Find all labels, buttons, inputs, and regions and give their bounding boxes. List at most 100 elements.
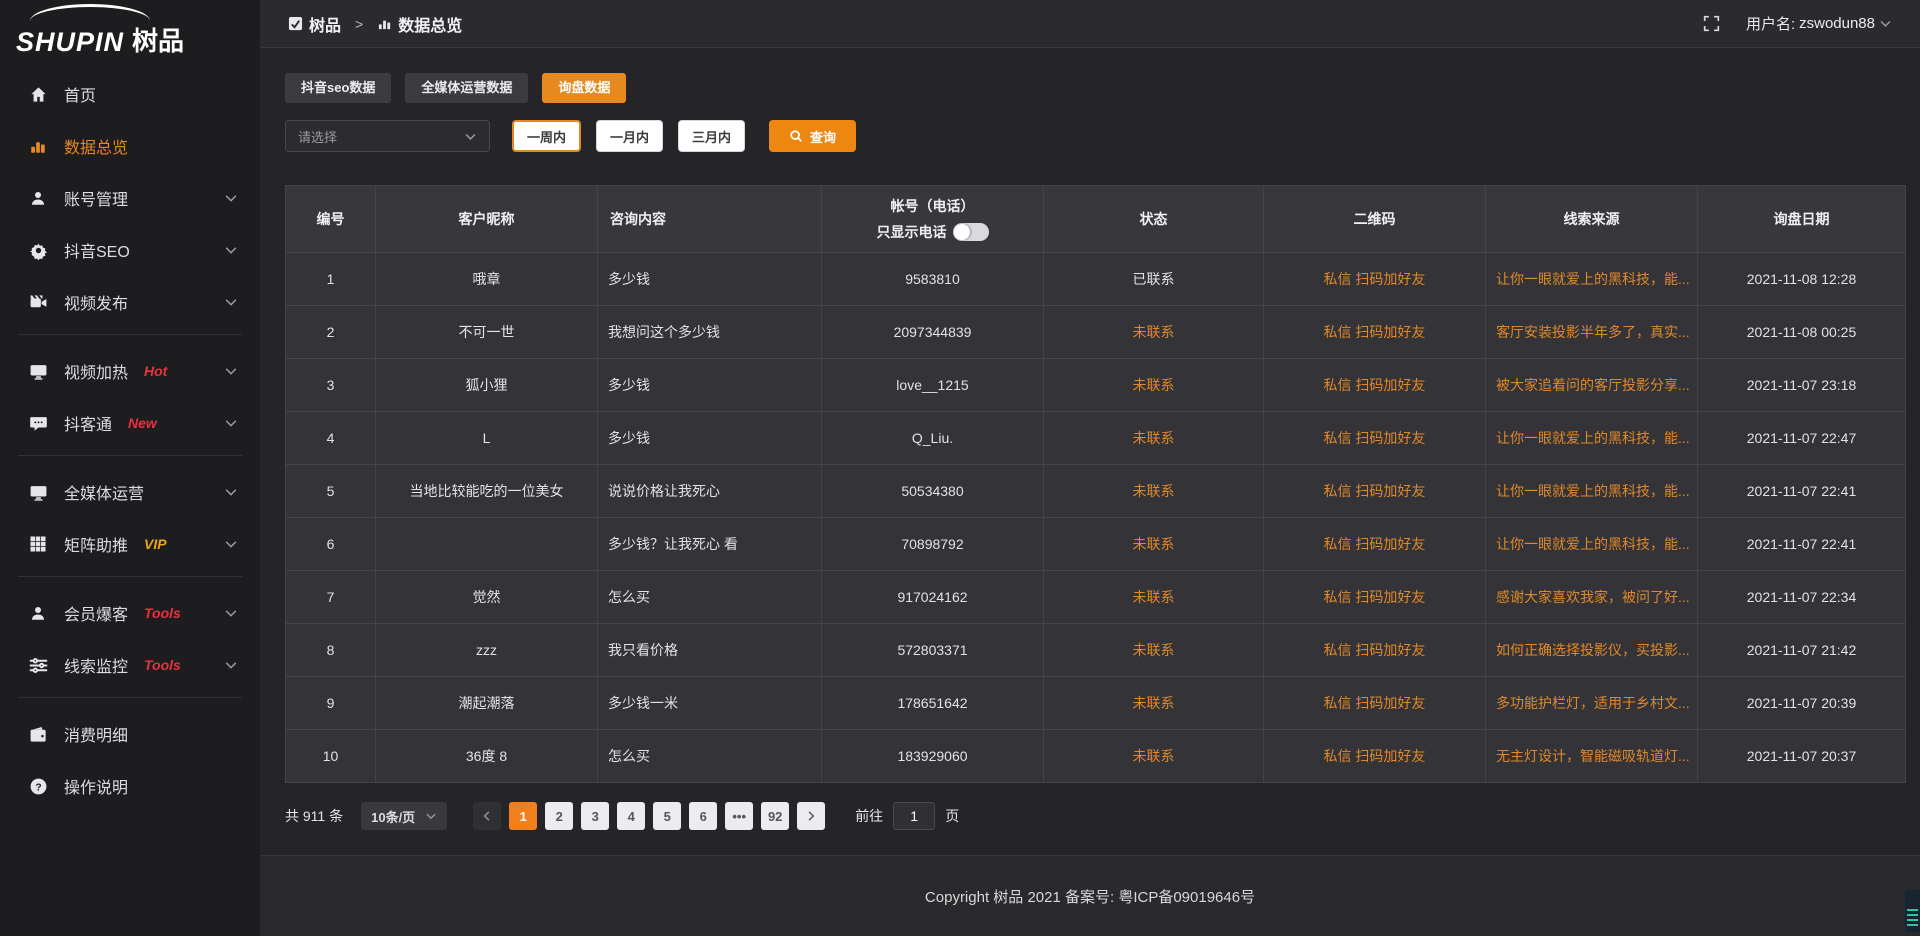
goto-page-input[interactable] xyxy=(893,802,935,830)
search-button[interactable]: 查询 xyxy=(769,120,856,152)
header-qrcode: 二维码 xyxy=(1264,186,1486,253)
chevron-down-icon xyxy=(224,243,238,257)
cell-source-link[interactable]: 让你一眼就爱上的黑科技，能... xyxy=(1486,518,1698,571)
chevron-down-icon xyxy=(224,485,238,499)
cell-source-link[interactable]: 客厅安装投影半年多了，真实... xyxy=(1486,306,1698,359)
page-button-5[interactable]: 5 xyxy=(653,802,681,830)
chat-widget[interactable] xyxy=(1905,890,1920,932)
cell-nickname: 当地比较能吃的一位美女 xyxy=(376,465,598,518)
table-row: 9潮起潮落多少钱一米178651642未联系私信 扫码加好友多功能护栏灯，适用于… xyxy=(286,677,1906,730)
table-row: 6多少钱？让我死心 看70898792未联系私信 扫码加好友让你一眼就爱上的黑科… xyxy=(286,518,1906,571)
phone-only-toggle[interactable] xyxy=(953,223,989,241)
cell-num: 5 xyxy=(286,465,376,518)
chevron-down-icon xyxy=(224,537,238,551)
cell-source-link[interactable]: 感谢大家喜欢我家，被问了好... xyxy=(1486,571,1698,624)
tab-2[interactable]: 询盘数据 xyxy=(542,73,626,103)
sidebar-item-member-baoke[interactable]: 会员爆客Tools xyxy=(0,593,260,633)
breadcrumb: 树品 > 数据总览 xyxy=(288,12,462,36)
sidebar-divider xyxy=(18,455,242,456)
cell-qrcode-link[interactable]: 私信 扫码加好友 xyxy=(1264,412,1486,465)
sidebar-divider xyxy=(18,334,242,335)
sidebar-item-matrix-boost[interactable]: 矩阵助推VIP xyxy=(0,524,260,564)
table-row: 4L多少钱Q_Liu.未联系私信 扫码加好友让你一眼就爱上的黑科技，能...20… xyxy=(286,412,1906,465)
cell-account: 572803371 xyxy=(822,624,1044,677)
breadcrumb-root[interactable]: 树品 xyxy=(309,12,341,36)
chart-bar-icon xyxy=(28,136,48,156)
cell-qrcode-link[interactable]: 私信 扫码加好友 xyxy=(1264,730,1486,783)
cell-qrcode-link[interactable]: 私信 扫码加好友 xyxy=(1264,571,1486,624)
user-menu[interactable]: 用户名: zswodun88 xyxy=(1746,13,1892,34)
breadcrumb-current: 数据总览 xyxy=(398,12,462,36)
page-button-1[interactable]: 1 xyxy=(509,802,537,830)
cell-qrcode-link[interactable]: 私信 扫码加好友 xyxy=(1264,306,1486,359)
sidebar-item-label: 账号管理 xyxy=(64,186,128,210)
badge-hot: Hot xyxy=(144,363,167,379)
next-page-button[interactable] xyxy=(797,802,825,830)
fullscreen-icon[interactable] xyxy=(1703,15,1720,32)
monitor-icon xyxy=(28,361,48,381)
cell-date: 2021-11-07 22:41 xyxy=(1698,518,1906,571)
sidebar-item-douyin-seo[interactable]: 抖音SEO xyxy=(0,230,260,270)
cell-source-link[interactable]: 被大家追着问的客厅投影分享... xyxy=(1486,359,1698,412)
period-button-2[interactable]: 三月内 xyxy=(678,120,745,152)
cell-account: 178651642 xyxy=(822,677,1044,730)
cell-qrcode-link[interactable]: 私信 扫码加好友 xyxy=(1264,253,1486,306)
sidebar: SHUPIN 树品 首页数据总览账号管理抖音SEO视频发布视频加热Hot抖客通N… xyxy=(0,0,260,936)
page-button-2[interactable]: 2 xyxy=(545,802,573,830)
sidebar-item-consume-detail[interactable]: 消费明细 xyxy=(0,714,260,754)
cell-qrcode-link[interactable]: 私信 扫码加好友 xyxy=(1264,518,1486,571)
sidebar-item-label: 全媒体运营 xyxy=(64,480,144,504)
sidebar-item-media-ops[interactable]: 全媒体运营 xyxy=(0,472,260,512)
page-button-92[interactable]: 92 xyxy=(761,802,789,830)
topbar: 树品 > 数据总览 用户名: zswodun88 xyxy=(260,0,1920,48)
cell-source-link[interactable]: 让你一眼就爱上的黑科技，能... xyxy=(1486,465,1698,518)
prev-page-button[interactable] xyxy=(473,802,501,830)
status-badge: 未联系 xyxy=(1044,571,1264,624)
sidebar-item-clue-monitor[interactable]: 线索监控Tools xyxy=(0,645,260,685)
cell-content: 多少钱 xyxy=(598,412,822,465)
sidebar-item-video-publish[interactable]: 视频发布 xyxy=(0,282,260,322)
home-icon xyxy=(28,84,48,104)
header-date: 询盘日期 xyxy=(1698,186,1906,253)
filter-select[interactable]: 请选择 xyxy=(285,120,490,152)
svg-text:?: ? xyxy=(35,782,41,793)
sidebar-item-account-manage[interactable]: 账号管理 xyxy=(0,178,260,218)
tab-1[interactable]: 全媒体运营数据 xyxy=(405,73,528,103)
sidebar-item-label: 消费明细 xyxy=(64,722,128,746)
cell-source-link[interactable]: 如何正确选择投影仪，买投影... xyxy=(1486,624,1698,677)
page-size-select[interactable]: 10条/页 xyxy=(361,802,447,830)
period-button-0[interactable]: 一周内 xyxy=(512,120,581,152)
cell-source-link[interactable]: 无主灯设计，智能磁吸轨道灯... xyxy=(1486,730,1698,783)
page-button-3[interactable]: 3 xyxy=(581,802,609,830)
username-label: 用户名: xyxy=(1746,13,1795,34)
sidebar-item-douketong[interactable]: 抖客通New xyxy=(0,403,260,443)
breadcrumb-separator: > xyxy=(355,16,363,32)
page-ellipsis-button[interactable]: ••• xyxy=(725,802,753,830)
header-num: 编号 xyxy=(286,186,376,253)
cell-num: 8 xyxy=(286,624,376,677)
cell-qrcode-link[interactable]: 私信 扫码加好友 xyxy=(1264,624,1486,677)
period-buttons: 一周内一月内三月内 xyxy=(512,120,745,152)
page-button-4[interactable]: 4 xyxy=(617,802,645,830)
header-source: 线索来源 xyxy=(1486,186,1698,253)
sidebar-item-data-overview[interactable]: 数据总览 xyxy=(0,126,260,166)
sidebar-item-help[interactable]: ?操作说明 xyxy=(0,766,260,806)
cell-source-link[interactable]: 让你一眼就爱上的黑科技，能... xyxy=(1486,412,1698,465)
chevron-down-icon xyxy=(224,606,238,620)
cell-qrcode-link[interactable]: 私信 扫码加好友 xyxy=(1264,465,1486,518)
period-button-1[interactable]: 一月内 xyxy=(596,120,663,152)
cell-qrcode-link[interactable]: 私信 扫码加好友 xyxy=(1264,359,1486,412)
tab-0[interactable]: 抖音seo数据 xyxy=(285,73,391,103)
cell-source-link[interactable]: 让你一眼就爱上的黑科技，能... xyxy=(1486,253,1698,306)
cell-source-link[interactable]: 多功能护栏灯，适用于乡村文... xyxy=(1486,677,1698,730)
cell-account: 70898792 xyxy=(822,518,1044,571)
page-button-6[interactable]: 6 xyxy=(689,802,717,830)
cell-date: 2021-11-07 21:42 xyxy=(1698,624,1906,677)
sidebar-item-video-heat[interactable]: 视频加热Hot xyxy=(0,351,260,391)
cell-qrcode-link[interactable]: 私信 扫码加好友 xyxy=(1264,677,1486,730)
cell-account: 50534380 xyxy=(822,465,1044,518)
sidebar-item-home[interactable]: 首页 xyxy=(0,74,260,114)
status-badge: 未联系 xyxy=(1044,412,1264,465)
sidebar-item-label: 矩阵助推 xyxy=(64,532,128,556)
cell-account: Q_Liu. xyxy=(822,412,1044,465)
